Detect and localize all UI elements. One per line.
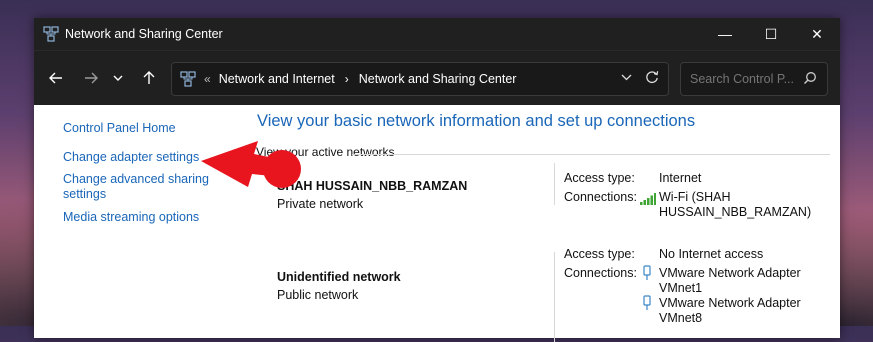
recent-locations-button[interactable] bbox=[107, 62, 129, 94]
arrow-right-icon bbox=[85, 72, 98, 84]
breadcrumb-overflow[interactable]: « bbox=[204, 72, 211, 86]
refresh-icon bbox=[646, 71, 659, 84]
breadcrumb-chevron-icon[interactable]: › bbox=[345, 72, 349, 86]
forward-button[interactable] bbox=[75, 62, 107, 94]
main-content: Control Panel Home Change adapter settin… bbox=[34, 105, 840, 342]
chevron-down-icon bbox=[113, 75, 123, 81]
arrow-left-icon bbox=[49, 72, 62, 84]
window-title: Network and Sharing Center bbox=[65, 27, 223, 41]
close-button[interactable]: ✕ bbox=[794, 18, 840, 50]
back-button[interactable] bbox=[40, 62, 72, 94]
network-center-icon bbox=[43, 26, 59, 42]
breadcrumb-network-sharing-center[interactable]: Network and Sharing Center bbox=[359, 72, 517, 86]
minimize-button[interactable]: — bbox=[702, 18, 748, 50]
search-icon[interactable] bbox=[803, 71, 817, 85]
maximize-button[interactable]: ☐ bbox=[748, 18, 794, 50]
address-dropdown-button[interactable] bbox=[621, 69, 632, 90]
refresh-button[interactable] bbox=[644, 68, 660, 91]
chevron-down-icon bbox=[621, 74, 632, 81]
control-panel-window: Network and Sharing Center — ☐ ✕ « Netwo… bbox=[34, 18, 840, 342]
title-bar: Network and Sharing Center — ☐ ✕ bbox=[34, 18, 840, 50]
control-panel-icon bbox=[180, 71, 196, 87]
navigation-bar: « Network and Internet › Network and Sha… bbox=[34, 50, 840, 105]
arrow-up-icon bbox=[143, 71, 155, 84]
search-box[interactable] bbox=[680, 62, 828, 96]
search-input[interactable] bbox=[681, 63, 802, 95]
breadcrumb-network-and-internet[interactable]: Network and Internet bbox=[219, 72, 335, 86]
red-arrow-annotation bbox=[201, 141, 301, 188]
up-button[interactable] bbox=[133, 62, 165, 94]
address-bar[interactable]: « Network and Internet › Network and Sha… bbox=[171, 62, 669, 96]
